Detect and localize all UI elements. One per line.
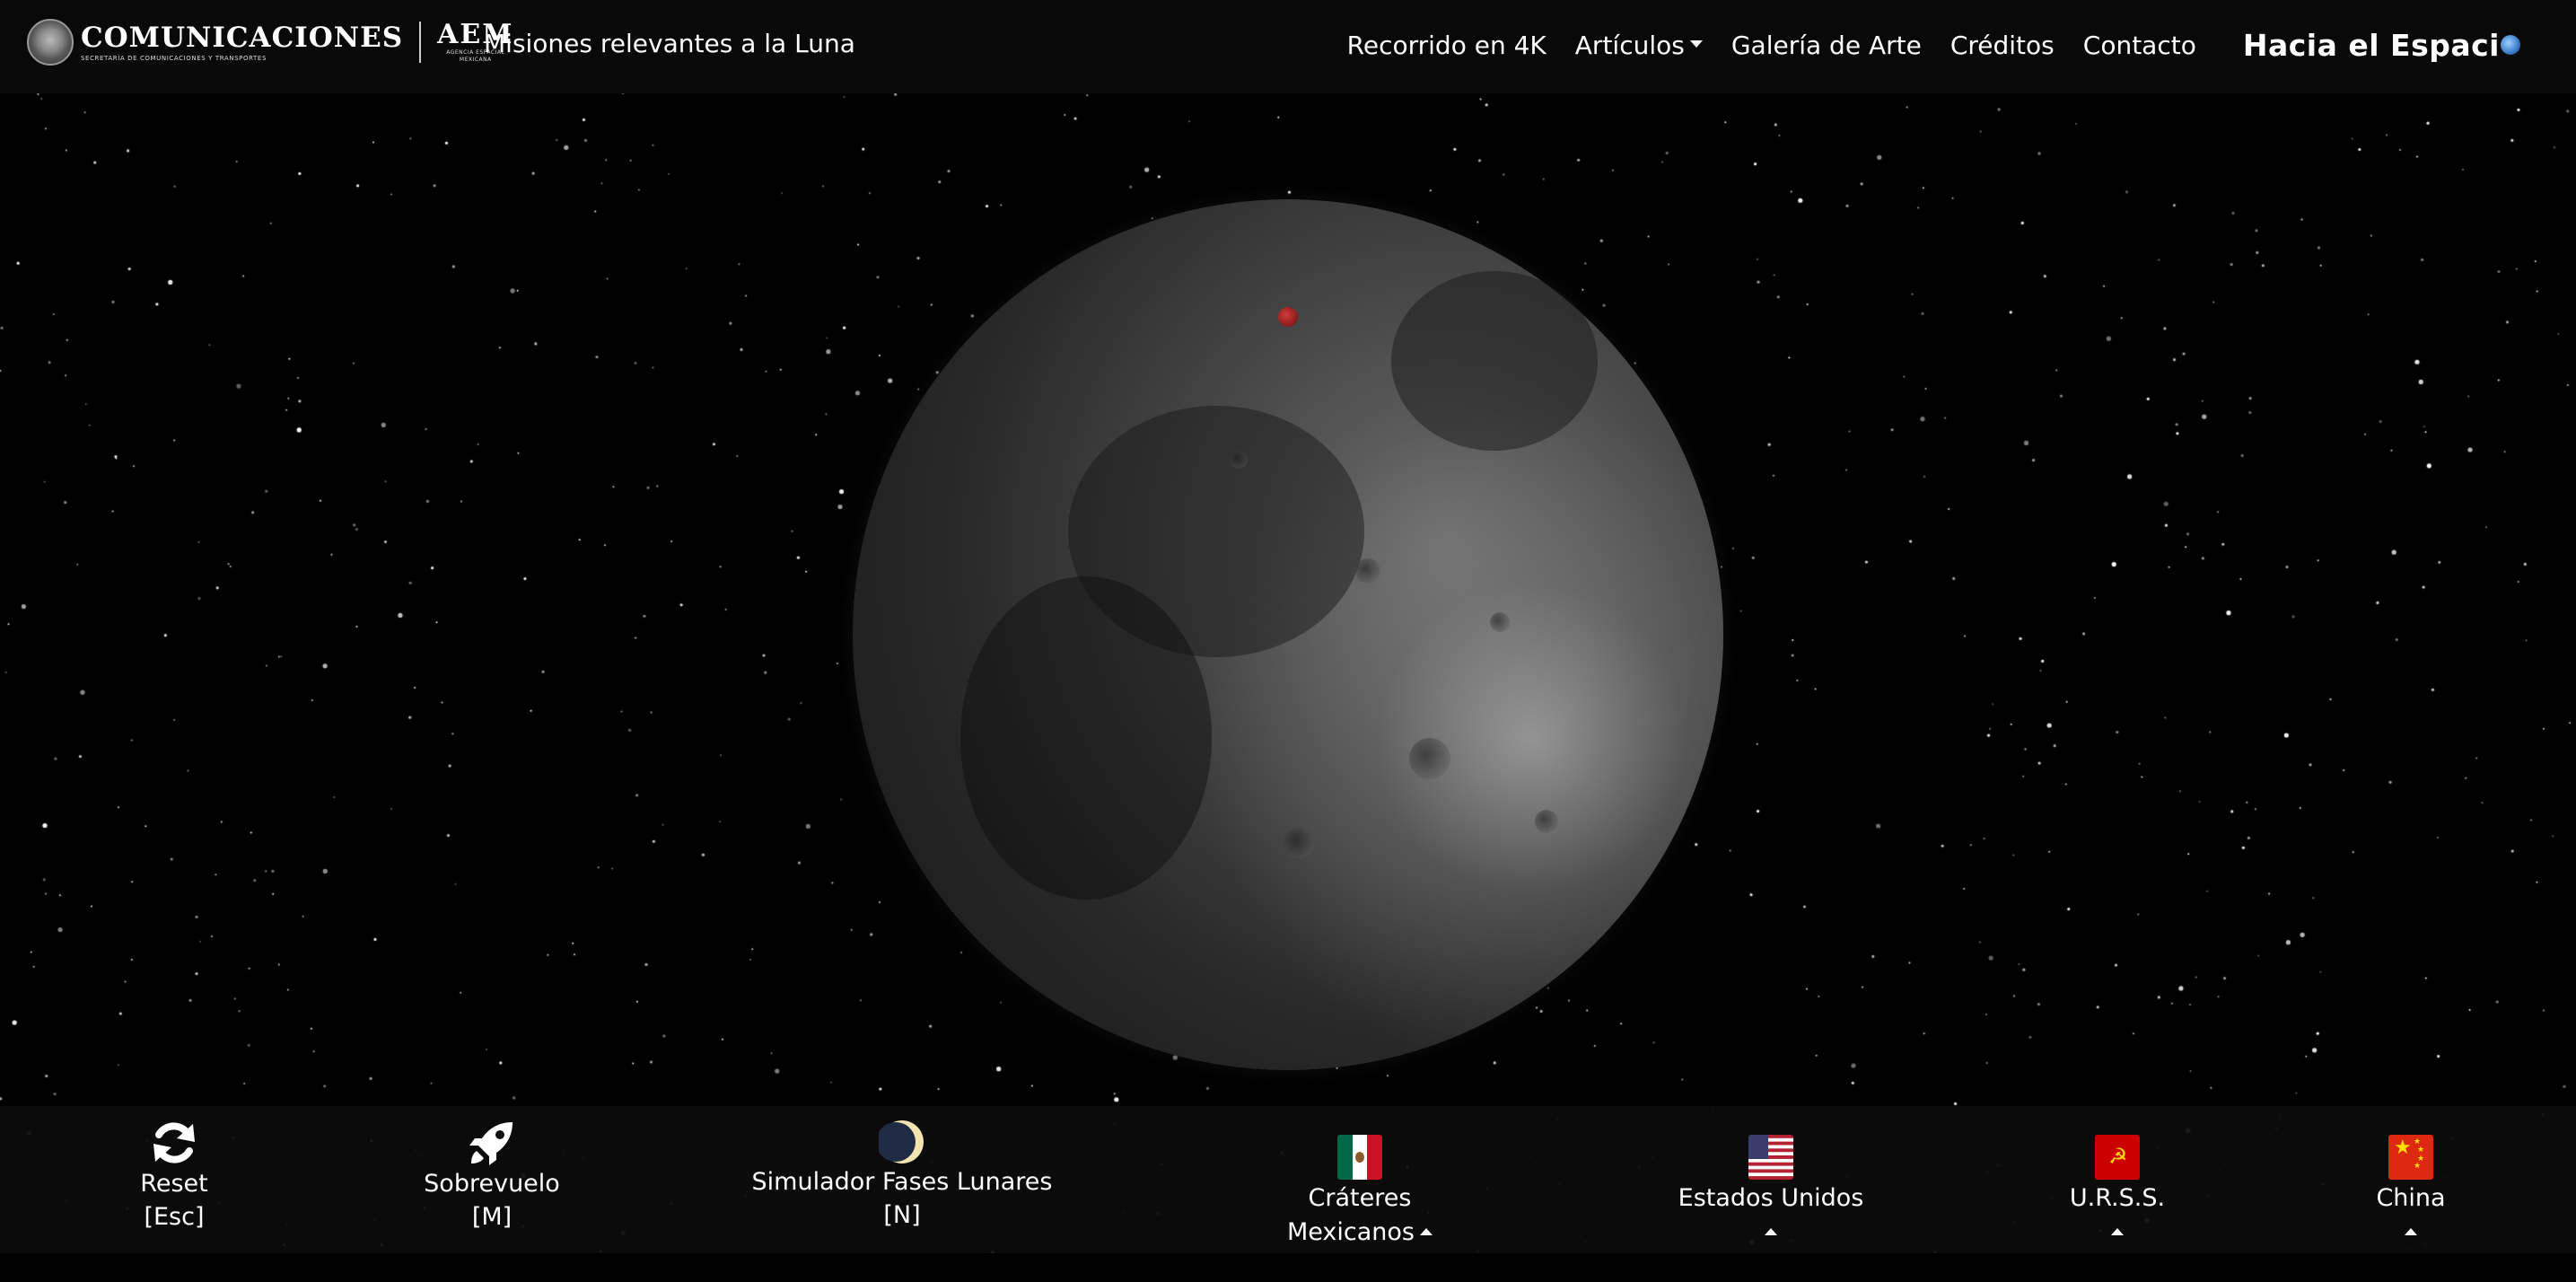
refresh-icon xyxy=(153,1122,195,1163)
caret-up-icon xyxy=(1420,1227,1433,1235)
nav-link-4k-tour[interactable]: Recorrido en 4K xyxy=(1347,31,1546,60)
bottom-toolbar: Reset [Esc] Sobrevuelo [M] Simulador Fas… xyxy=(0,1106,2576,1253)
ussr-expand[interactable] xyxy=(2111,1216,2124,1250)
nav-dropdown-articles-label: Artículos xyxy=(1574,30,1685,60)
hacia-el-espacio-logo[interactable]: Hacia el Espaci xyxy=(2243,28,2520,63)
mexican-craters-button[interactable]: Cráteres Mexicanos xyxy=(1266,1135,1454,1282)
moon-crater xyxy=(1409,738,1450,779)
caret-down-icon xyxy=(1689,40,1703,48)
moon-crater xyxy=(1284,828,1314,858)
brand-logo-group[interactable]: COMUNICACIONES SECRETARÍA DE COMUNICACIO… xyxy=(27,13,513,72)
ussr-label: U.R.S.S. xyxy=(2069,1184,2166,1212)
lunar-phases-label: Simulador Fases Lunares xyxy=(751,1168,1053,1196)
china-missions-button[interactable]: ★ ★ ★ ★ ★ China xyxy=(2357,1135,2465,1282)
nav-link-contact[interactable]: Contacto xyxy=(2083,31,2196,60)
top-navbar: COMUNICACIONES SECRETARÍA DE COMUNICACIO… xyxy=(0,0,2576,93)
moon-globe[interactable] xyxy=(853,199,1723,1070)
nav-links: Recorrido en 4K Artículos Galería de Art… xyxy=(1319,0,2576,90)
china-flag-icon: ★ ★ ★ ★ ★ xyxy=(2388,1135,2433,1180)
moon-crater xyxy=(1490,612,1510,632)
government-seal-icon xyxy=(27,19,74,66)
usa-flag-icon xyxy=(1748,1135,1793,1180)
mexican-craters-label-line2: Mexicanos xyxy=(1287,1216,1433,1250)
lunar-phases-button[interactable]: Simulador Fases Lunares [N] xyxy=(745,1119,1059,1266)
brand-divider xyxy=(419,22,422,63)
caret-up-icon xyxy=(1765,1227,1777,1235)
usa-missions-button[interactable]: Estados Unidos xyxy=(1665,1135,1877,1282)
page-title[interactable]: Misiones relevantes a la Luna xyxy=(484,29,855,58)
moon-crater xyxy=(1355,558,1380,584)
moon-crater xyxy=(1230,451,1248,469)
moon-mare xyxy=(1391,271,1598,451)
hacia-logo-text: Hacia el Espaci xyxy=(2242,27,2500,63)
moon-phase-icon xyxy=(879,1120,924,1163)
reset-button[interactable]: Reset [Esc] xyxy=(120,1119,228,1266)
brand-subtitle: SECRETARÍA DE COMUNICACIONES Y TRANSPORT… xyxy=(81,55,267,62)
mission-marker-icon[interactable] xyxy=(1278,307,1298,327)
brand-text: COMUNICACIONES SECRETARÍA DE COMUNICACIO… xyxy=(81,22,403,62)
brand-title: COMUNICACIONES xyxy=(81,22,404,54)
nav-link-art-gallery[interactable]: Galería de Arte xyxy=(1731,31,1922,60)
reset-label: Reset xyxy=(140,1170,208,1198)
nav-dropdown-articles[interactable]: Artículos xyxy=(1575,31,1703,60)
flyby-button[interactable]: Sobrevuelo [M] xyxy=(420,1119,564,1266)
mexican-craters-label-line1: Cráteres xyxy=(1308,1184,1412,1212)
caret-up-icon xyxy=(2405,1227,2417,1235)
flyby-shortcut: [M] xyxy=(471,1203,513,1231)
mexico-flag-icon xyxy=(1337,1135,1382,1180)
reset-shortcut: [Esc] xyxy=(144,1203,205,1231)
usa-expand[interactable] xyxy=(1765,1216,1777,1250)
nav-link-credits[interactable]: Créditos xyxy=(1950,31,2055,60)
ussr-flag-icon: ☭ xyxy=(2095,1135,2140,1180)
china-label: China xyxy=(2376,1184,2446,1212)
caret-up-icon xyxy=(2111,1227,2124,1235)
usa-label: Estados Unidos xyxy=(1678,1184,1864,1212)
moon-viewer[interactable] xyxy=(853,199,1723,1070)
moon-mare xyxy=(960,576,1212,900)
earth-icon xyxy=(2501,35,2520,55)
mexican-craters-label-text: Mexicanos xyxy=(1286,1218,1415,1246)
lunar-phases-shortcut: [N] xyxy=(883,1201,921,1229)
rocket-icon xyxy=(469,1122,513,1165)
moon-crater xyxy=(1535,810,1558,833)
ussr-missions-button[interactable]: ☭ U.R.S.S. xyxy=(2052,1135,2183,1282)
china-expand[interactable] xyxy=(2405,1216,2417,1250)
flyby-label: Sobrevuelo xyxy=(424,1170,560,1198)
